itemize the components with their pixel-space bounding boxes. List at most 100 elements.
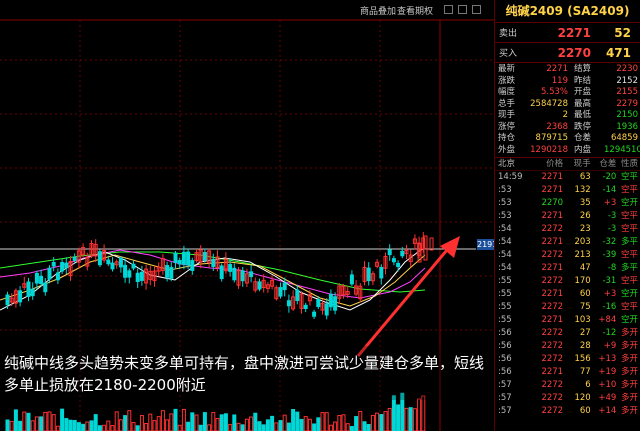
stat-label: 开盘 [574,87,592,97]
tick-time: :54 [498,263,512,273]
window-minimize-icon[interactable] [444,5,453,14]
volume-bar [333,421,338,431]
tick-type: 空平 [621,250,639,260]
volume-bar [186,421,191,431]
tick-volume: 170 [574,276,591,286]
candle-body [97,251,102,266]
tick-volume: 63 [579,172,591,182]
candle-body [328,293,333,308]
tick-price: 2271 [541,315,564,325]
tick-price: 2271 [541,172,564,182]
tick-row: :53 2271 132 -14 空平 [495,184,640,197]
window-restore-icon[interactable] [458,5,467,14]
volume-bar [118,419,123,431]
volume-bar [190,412,195,431]
volume-bar [303,416,308,431]
candle-body [173,252,178,263]
last-price-tag: 2191 [477,239,494,250]
candle-body [51,261,56,267]
volume-bar [211,411,216,431]
candle-body [228,264,233,272]
candle-body [278,287,283,297]
tick-volume: 60 [579,289,591,299]
volume-bar [282,414,287,431]
tick-time: :56 [498,354,512,364]
tick-price: 2271 [541,185,564,195]
stat-label: 幅度 [498,87,516,97]
tick-oi-change: +13 [598,354,617,364]
stat-row: 涨停 2368 跌停 1936 [495,122,640,134]
candle-body [169,266,174,279]
candle-body [379,266,384,279]
candle-body [34,272,39,284]
volume-bar [194,414,199,431]
ask-row[interactable]: 卖出 2271 52 [495,23,640,43]
tick-price: 2271 [541,289,564,299]
candle-body [349,274,354,285]
tick-type: 多平 [621,237,639,247]
volume-bar [97,425,102,431]
quote-stats: 最新 2271 结算 2230 涨跌 119 昨结 2152 幅度 5.53% 开盘 2155 总手 25… [495,63,640,158]
tick-type: 空平 [621,302,639,312]
stat-label: 跌停 [574,121,592,132]
tick-row: :56 2272 27 -12 多开 [495,327,640,340]
tick-row: :55 2272 75 -16 空平 [495,301,640,314]
tick-price: 2272 [541,302,564,312]
tick-time: :56 [498,341,512,351]
tick-time: :55 [498,276,512,286]
tick-row: :54 2271 47 -8 多平 [495,262,640,275]
stat-row: 外盘 1290218 内盘 1294510 [495,145,640,157]
tick-oi-change: -20 [602,172,617,182]
ticks-header-volume: 现手 [573,159,591,169]
tick-oi-change: -8 [607,263,617,273]
volume-bar [68,419,73,431]
stat-label: 持仓 [498,133,516,143]
tick-row: :56 2272 28 +9 多开 [495,340,640,353]
tick-price: 2272 [541,354,564,364]
tick-oi-change: +10 [598,380,617,390]
tick-time: :57 [498,406,512,416]
candle-body [312,311,317,317]
candle-body [131,263,136,269]
volume-bar [261,424,266,431]
overlay-commodity-button[interactable]: 商品叠加 [360,4,396,17]
stat-label: 涨停 [498,121,516,132]
volume-bar [341,414,346,431]
volume-bar [64,418,69,431]
volume-bar [30,420,35,431]
stat-value: 64859 [610,133,638,143]
candle-body [282,282,287,291]
volume-bar [412,408,417,431]
tick-oi-change: -3 [607,211,617,221]
volume-bar [181,408,186,431]
view-options-button[interactable]: 查看期权 [397,4,433,17]
candle-body [232,267,237,281]
tick-oi-change: +49 [598,393,617,403]
tick-list[interactable]: 14:59 2271 63 -20 空平:53 2271 132 -14 空平:53 2270 35… [495,171,640,418]
candle-body [135,272,140,283]
volume-bar [295,411,300,431]
tick-volume: 60 [579,406,591,416]
tick-row: :53 2271 26 -3 空平 [495,210,640,223]
tick-type: 空平 [621,211,639,221]
candle-body [118,257,123,268]
kline-chart-area[interactable]: 商品叠加 查看期权 2191 纯碱中线多头趋势未变多单可持有，盘中激进可尝试少量… [0,0,494,431]
candle-body [423,235,428,261]
volume-bar [232,414,237,431]
candle-body [295,289,300,302]
candle-body [391,258,396,263]
tick-volume: 28 [579,341,591,351]
stat-row: 幅度 5.53% 开盘 2155 [495,87,640,99]
stat-label: 总手 [498,98,516,109]
volume-bar [345,423,350,431]
tick-volume: 156 [574,354,591,364]
tick-volume: 27 [579,328,591,338]
tick-time: :54 [498,224,512,234]
bid-row[interactable]: 买入 2270 471 [495,43,640,63]
volume-bar [152,420,157,431]
stat-label: 最新 [498,64,516,74]
window-close-icon[interactable] [472,5,481,14]
tick-row: :57 2272 60 +14 多开 [495,405,640,418]
tick-price: 2272 [541,341,564,351]
volume-bar [131,422,136,431]
